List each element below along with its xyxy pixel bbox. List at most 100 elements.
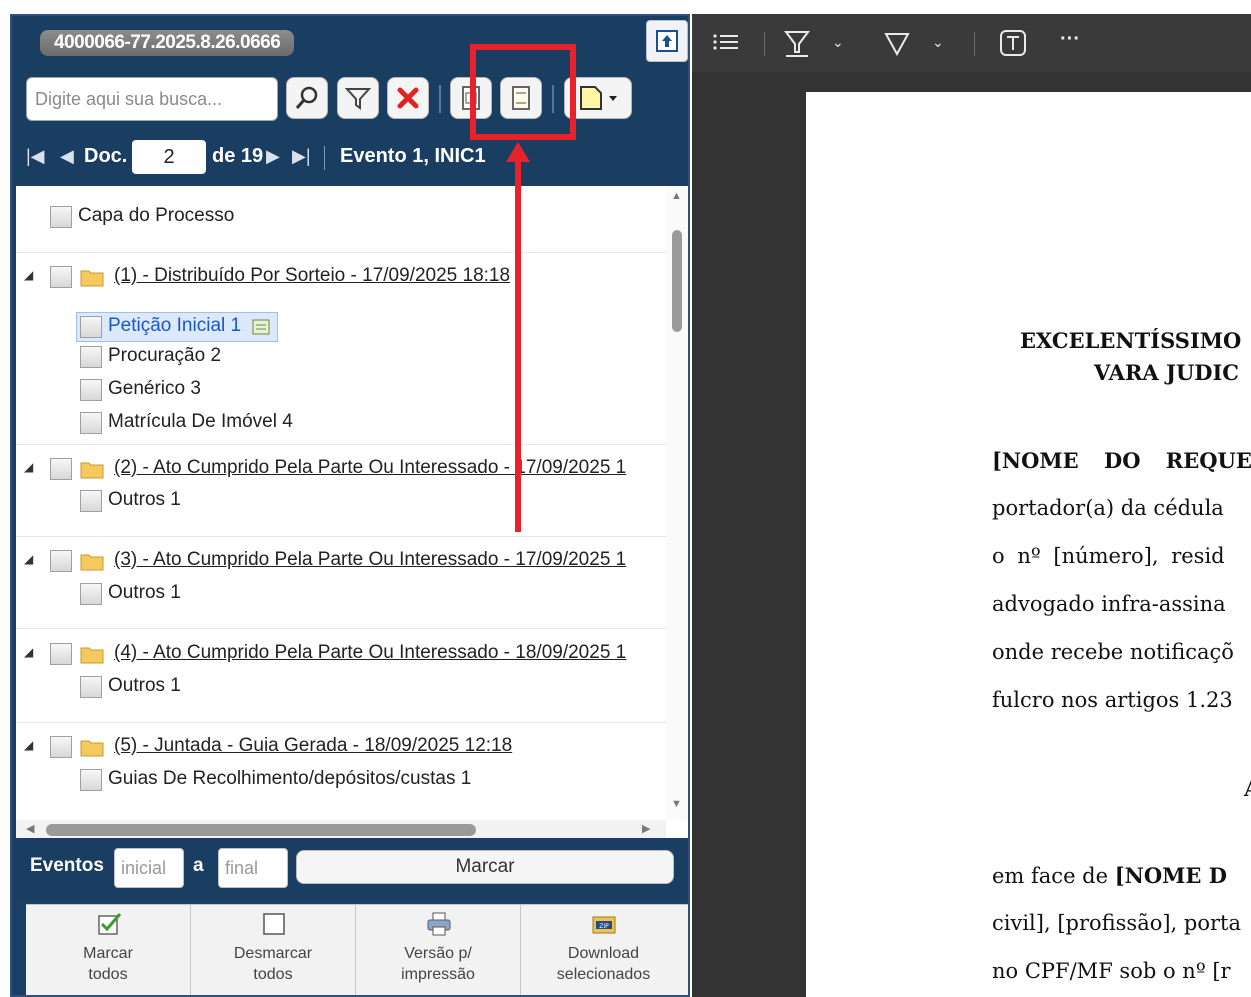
scroll-left-icon[interactable]: ◀ bbox=[26, 822, 34, 835]
collapse-icon[interactable]: ◢ bbox=[24, 738, 33, 752]
event-link[interactable]: (5) - Juntada - Guia Gerada - 18/09/2025… bbox=[114, 735, 512, 757]
nav-separator bbox=[324, 146, 325, 170]
chevron-down-icon[interactable]: ⌄ bbox=[932, 34, 944, 51]
chevron-down-icon[interactable]: ⌄ bbox=[832, 34, 844, 51]
event-start-input[interactable] bbox=[114, 848, 184, 888]
clear-filter-button[interactable] bbox=[387, 77, 429, 119]
highlight-icon[interactable] bbox=[782, 28, 812, 58]
action-label: Download selecionados bbox=[556, 945, 651, 983]
tree-doc[interactable]: Matrícula De Imóvel 4 bbox=[16, 408, 666, 438]
search-icon bbox=[295, 86, 318, 109]
first-document-icon[interactable]: |◀ bbox=[26, 146, 45, 167]
tree-event-4[interactable]: ◢ (4) - Ato Cumprido Pela Parte Ou Inter… bbox=[16, 639, 666, 669]
tree-doc[interactable]: Outros 1 bbox=[16, 486, 666, 516]
tree-doc[interactable]: Guias De Recolhimento/depósitos/custas 1 bbox=[16, 765, 666, 795]
collapse-icon[interactable]: ◢ bbox=[24, 268, 33, 282]
print-version-button[interactable]: Versão p/ impressão bbox=[356, 905, 521, 995]
previous-document-icon[interactable]: ◀ bbox=[60, 146, 74, 167]
mark-all-button[interactable]: Marcar todos bbox=[26, 905, 191, 995]
scroll-down-icon[interactable]: ▼ bbox=[671, 798, 682, 810]
printer-icon bbox=[427, 912, 451, 936]
checkbox[interactable] bbox=[80, 490, 102, 512]
last-document-icon[interactable]: ▶| bbox=[292, 146, 311, 167]
tree-doc-label: Genérico 3 bbox=[108, 378, 201, 399]
tree-event-1[interactable]: ◢ (1) - Distribuído Por Sorteio - 17/09/… bbox=[16, 262, 666, 292]
toolbar-separator bbox=[439, 85, 441, 113]
download-selected-button[interactable]: ZIP Download selecionados bbox=[521, 905, 686, 995]
vertical-scroll-thumb[interactable] bbox=[672, 230, 682, 332]
collapse-icon[interactable]: ◢ bbox=[24, 645, 33, 659]
tree-doc-label: Outros 1 bbox=[108, 582, 181, 603]
checkbox[interactable] bbox=[80, 583, 102, 605]
divider bbox=[16, 536, 666, 537]
folder-icon bbox=[80, 740, 104, 757]
list-icon[interactable] bbox=[710, 28, 740, 56]
checkbox[interactable] bbox=[80, 412, 102, 434]
search-button[interactable] bbox=[286, 77, 328, 119]
doc-heading: VARA JUDIC bbox=[1094, 360, 1240, 385]
new-document-icon bbox=[580, 86, 617, 110]
tree-item-cover[interactable]: Capa do Processo bbox=[16, 202, 666, 232]
search-input[interactable] bbox=[26, 77, 278, 121]
document-navigation: |◀ ◀ Doc. de 19 ▶ ▶| Evento 1, INIC1 bbox=[12, 130, 688, 186]
pdf-page: EXCELENTÍSSIMO VARA JUDIC [NOME DO REQUE… bbox=[806, 92, 1251, 997]
next-document-icon[interactable]: ▶ bbox=[266, 146, 280, 167]
scroll-up-icon[interactable]: ▲ bbox=[671, 190, 682, 202]
tree-doc[interactable]: Procuração 2 bbox=[16, 342, 666, 372]
tree-event-2[interactable]: ◢ (2) - Ato Cumprido Pela Parte Ou Inter… bbox=[16, 454, 666, 484]
divider bbox=[16, 722, 666, 723]
svg-text:ZIP: ZIP bbox=[599, 923, 609, 930]
red-arrow-annotation bbox=[506, 142, 530, 532]
draw-icon[interactable] bbox=[882, 28, 912, 58]
horizontal-scroll-thumb[interactable] bbox=[46, 824, 476, 836]
tree-doc[interactable]: Outros 1 bbox=[16, 672, 666, 702]
document-preview-icon[interactable] bbox=[252, 319, 270, 335]
checkbox[interactable] bbox=[80, 769, 102, 791]
tree-event-5[interactable]: ◢ (5) - Juntada - Guia Gerada - 18/09/20… bbox=[16, 732, 666, 762]
doc-number-input[interactable] bbox=[132, 140, 206, 174]
tree-doc[interactable]: Genérico 3 bbox=[16, 375, 666, 405]
unmark-all-button[interactable]: Desmarcar todos bbox=[191, 905, 356, 995]
doc-label: Doc. bbox=[84, 145, 128, 167]
events-label: Eventos bbox=[30, 855, 104, 876]
checkbox[interactable] bbox=[50, 643, 72, 665]
document-tree: Capa do Processo ◢ (1) - Distribuído Por… bbox=[16, 186, 688, 838]
tree-doc-label: Petição Inicial 1 bbox=[108, 315, 242, 336]
checkbox[interactable] bbox=[50, 458, 72, 480]
range-separator: a bbox=[193, 855, 204, 876]
doc-text-line: advogado infra-assina bbox=[992, 592, 1226, 616]
event-end-input[interactable] bbox=[218, 848, 288, 888]
filter-button[interactable] bbox=[337, 77, 379, 119]
checkbox[interactable] bbox=[50, 206, 72, 228]
tree-doc-label: Outros 1 bbox=[108, 489, 181, 510]
checkbox[interactable] bbox=[80, 316, 102, 338]
checkbox[interactable] bbox=[50, 736, 72, 758]
checkbox[interactable] bbox=[50, 266, 72, 288]
event-link[interactable]: (2) - Ato Cumprido Pela Parte Ou Interes… bbox=[114, 457, 626, 479]
collapse-icon[interactable]: ◢ bbox=[24, 552, 33, 566]
doc-text-line: onde recebe notificaçõ bbox=[992, 640, 1234, 664]
text-box-icon[interactable] bbox=[998, 28, 1028, 58]
event-link[interactable]: (1) - Distribuído Por Sorteio - 17/09/20… bbox=[114, 265, 510, 287]
mark-button[interactable]: Marcar bbox=[296, 850, 674, 884]
checkbox[interactable] bbox=[80, 379, 102, 401]
doc-text-line: no CPF/MF sob o nº [r bbox=[992, 959, 1231, 983]
tree-doc[interactable]: Petição Inicial 1 bbox=[16, 312, 666, 342]
viewer-toolbar: ⌄ ⌄ ··· bbox=[692, 14, 1251, 72]
event-link[interactable]: (3) - Ato Cumprido Pela Parte Ou Interes… bbox=[114, 549, 626, 571]
event-link[interactable]: (4) - Ato Cumprido Pela Parte Ou Interes… bbox=[114, 642, 626, 664]
toolbar-separator bbox=[974, 32, 975, 56]
upload-button[interactable] bbox=[646, 20, 688, 62]
process-number: 4000066-77.2025.8.26.0666 bbox=[40, 30, 295, 56]
process-panel: 4000066-77.2025.8.26.0666 Digite aqui su… bbox=[10, 14, 690, 997]
tree-doc[interactable]: Outros 1 bbox=[16, 579, 666, 609]
checkbox[interactable] bbox=[80, 346, 102, 368]
more-icon[interactable]: ··· bbox=[1060, 28, 1080, 51]
scroll-right-icon[interactable]: ▶ bbox=[642, 822, 650, 835]
doc-text-line: fulcro nos artigos 1.23 bbox=[992, 688, 1233, 712]
collapse-icon[interactable]: ◢ bbox=[24, 460, 33, 474]
checkbox[interactable] bbox=[80, 676, 102, 698]
tree-event-3[interactable]: ◢ (3) - Ato Cumprido Pela Parte Ou Inter… bbox=[16, 546, 666, 576]
bulk-actions: Marcar todos Desmarcar todos Versão p/ i… bbox=[26, 904, 688, 995]
checkbox[interactable] bbox=[50, 550, 72, 572]
